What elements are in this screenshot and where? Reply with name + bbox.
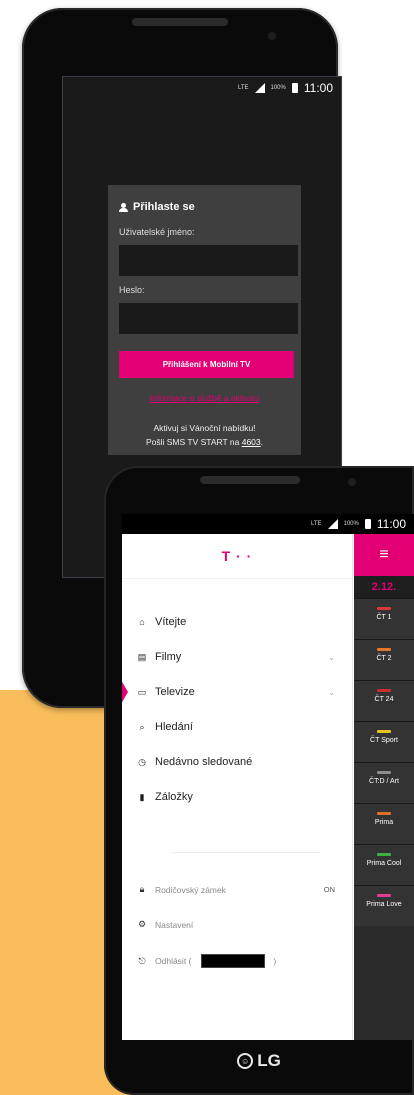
channel-tile[interactable]: ČT:D / Art bbox=[354, 762, 414, 803]
network-label: LTE bbox=[310, 521, 322, 527]
promo-line-1: Aktivuj si Vánoční nabídku! bbox=[153, 423, 256, 433]
channel-tile[interactable]: Prima bbox=[354, 803, 414, 844]
battery-percent: 100% bbox=[343, 521, 359, 527]
clock: 11:00 bbox=[303, 81, 333, 95]
channel-tile[interactable]: ČT 2 bbox=[354, 639, 414, 680]
toggle-state-label: ON bbox=[323, 885, 335, 894]
menu-item-label: Filmy bbox=[155, 651, 182, 663]
front-camera bbox=[268, 32, 276, 40]
tv-icon: ▭ bbox=[137, 686, 147, 697]
username-label: Uživatelské jméno: bbox=[119, 227, 195, 237]
status-bar: LTE 100% 11:00 bbox=[63, 77, 341, 99]
date-label: 2.12. bbox=[354, 576, 414, 598]
channel-name: ČT 2 bbox=[376, 655, 392, 662]
lg-text: LG bbox=[257, 1051, 281, 1070]
channel-name: ČT:D / Art bbox=[369, 778, 399, 785]
lg-logo: ☺ LG bbox=[104, 1051, 414, 1071]
password-label: Heslo: bbox=[119, 285, 145, 295]
telekom-logo: T · · bbox=[122, 534, 352, 579]
channel-logo-icon bbox=[377, 812, 391, 815]
menu-item-hledani[interactable]: ⌕ Hledání bbox=[137, 721, 193, 733]
menu-item-logout[interactable]: ⎋ Odhlásit ( ) bbox=[137, 954, 276, 968]
bookmark-icon: ▮ bbox=[139, 791, 145, 802]
username-field[interactable] bbox=[119, 245, 298, 276]
menu-item-nedavno[interactable]: ◷ Nedávno sledované bbox=[137, 756, 252, 768]
film-icon: ▤ bbox=[137, 651, 147, 662]
menu-item-label: Rodičovský zámek bbox=[155, 884, 226, 895]
history-icon: ◷ bbox=[138, 756, 146, 767]
menu-item-vitejte[interactable]: ⌂ Vítejte bbox=[137, 616, 186, 628]
menu-item-zalozky[interactable]: ▮ Záložky bbox=[137, 791, 193, 803]
search-icon: ⌕ bbox=[139, 721, 145, 732]
battery-icon bbox=[364, 519, 371, 529]
settings-icon: ⚙ bbox=[137, 919, 147, 929]
channel-name: Prima bbox=[374, 819, 394, 826]
menu-item-label: Hledání bbox=[155, 721, 193, 733]
channel-strip: ≡ 2.12. ČT 1 ČT 2 ČT 24 ČT Sport ČT:D / Art P… bbox=[354, 534, 414, 1040]
promo-line-2: Pošli SMS TV START na bbox=[145, 437, 242, 447]
lock-icon: 🔒︎ bbox=[139, 884, 145, 894]
channel-name: ČT 24 bbox=[374, 696, 394, 703]
earpiece bbox=[200, 476, 300, 484]
menu-item-label: Záložky bbox=[155, 791, 193, 803]
channel-logo-icon bbox=[377, 730, 391, 733]
channel-logo-icon bbox=[377, 689, 391, 692]
clock: 11:00 bbox=[376, 517, 406, 531]
channel-logo-icon bbox=[377, 771, 391, 774]
redacted-username bbox=[201, 954, 266, 968]
login-title: Přihlaste se bbox=[119, 201, 195, 213]
menu-item-label: Nastavení bbox=[155, 919, 194, 930]
channel-tile[interactable]: Prima Love bbox=[354, 885, 414, 926]
promo-suffix: . bbox=[260, 437, 264, 447]
menu-item-filmy[interactable]: ▤ Filmy ⌄ bbox=[137, 651, 337, 663]
channel-tile[interactable]: ČT 1 bbox=[354, 598, 414, 639]
menu-screen: LTE 100% 11:00 T · · ⌂ Vítejte ▤ Filmy ⌄… bbox=[122, 514, 414, 1040]
login-panel: Přihlaste se Uživatelské jméno: Heslo: P… bbox=[108, 185, 301, 455]
phone-front: LTE 100% 11:00 T · · ⌂ Vítejte ▤ Filmy ⌄… bbox=[104, 466, 414, 1095]
channel-name: Prima Love bbox=[366, 901, 402, 908]
logout-icon: ⎋ bbox=[138, 955, 146, 966]
signal-icon bbox=[254, 83, 265, 93]
channel-logo-icon bbox=[377, 607, 391, 610]
channel-tile[interactable]: ČT 24 bbox=[354, 680, 414, 721]
menu-item-label: Odhlásit ( bbox=[155, 956, 192, 966]
logout-suffix: ) bbox=[273, 956, 277, 966]
channel-name: ČT Sport bbox=[370, 737, 398, 744]
lg-mark-icon: ☺ bbox=[237, 1053, 254, 1069]
promo-number: 4603 bbox=[241, 437, 261, 447]
chevron-down-icon: ⌄ bbox=[328, 652, 335, 662]
menu-item-label: Nedávno sledované bbox=[155, 756, 253, 768]
channel-logo-icon bbox=[377, 853, 391, 856]
menu-item-parental-lock[interactable]: 🔒︎ Rodičovský zámek ON bbox=[137, 884, 337, 895]
menu-item-settings[interactable]: ⚙ Nastavení bbox=[137, 919, 193, 930]
status-bar: LTE 100% 11:00 bbox=[122, 514, 414, 534]
chevron-down-icon: ⌄ bbox=[328, 687, 335, 697]
hamburger-menu-icon[interactable]: ≡ bbox=[354, 534, 414, 576]
channel-logo-icon bbox=[377, 894, 391, 897]
channel-name: Prima Cool bbox=[366, 860, 402, 867]
menu-item-label: Vítejte bbox=[155, 616, 187, 628]
channel-tile[interactable]: Prima Cool bbox=[354, 844, 414, 885]
person-icon bbox=[119, 202, 128, 212]
service-info-link[interactable]: Informace o službě a aktivaci bbox=[108, 393, 301, 403]
earpiece bbox=[132, 18, 228, 26]
password-field[interactable] bbox=[119, 303, 298, 334]
menu-item-label: Televize bbox=[155, 686, 195, 698]
menu-divider bbox=[172, 852, 320, 853]
navigation-drawer: T · · ⌂ Vítejte ▤ Filmy ⌄ ▭ Televize ⌄ ⌕… bbox=[122, 534, 353, 1040]
channel-logo-icon bbox=[377, 648, 391, 651]
front-camera bbox=[348, 478, 356, 486]
home-icon: ⌂ bbox=[139, 617, 145, 627]
signal-icon bbox=[327, 519, 338, 529]
battery-icon bbox=[291, 83, 298, 93]
channel-name: ČT 1 bbox=[376, 614, 392, 621]
login-button[interactable]: Přihlášení k Mobilní TV bbox=[119, 351, 294, 378]
promo-text: Aktivuj si Vánoční nabídku! Pošli SMS TV… bbox=[108, 421, 301, 449]
network-label: LTE bbox=[237, 85, 249, 91]
login-title-text: Přihlaste se bbox=[133, 201, 195, 213]
menu-item-televize[interactable]: ▭ Televize ⌄ bbox=[122, 680, 337, 704]
battery-percent: 100% bbox=[270, 85, 286, 91]
channel-tile[interactable]: ČT Sport bbox=[354, 721, 414, 762]
